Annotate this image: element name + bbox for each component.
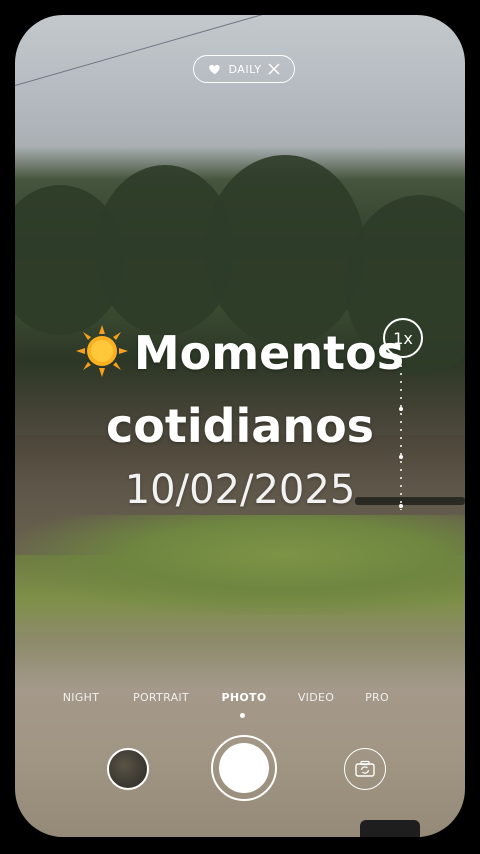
- gallery-thumbnail[interactable]: [107, 748, 149, 790]
- foot: [360, 820, 420, 837]
- zoom-tick: [399, 455, 403, 459]
- badge-label: DAILY: [228, 62, 262, 76]
- title-line-2: cotidianos: [105, 399, 375, 453]
- zoom-label: 1x: [393, 328, 413, 348]
- switch-camera-button[interactable]: [344, 748, 386, 790]
- grass-patch: [15, 515, 465, 615]
- mode-video[interactable]: VIDEO: [298, 691, 334, 704]
- mode-photo[interactable]: PHOTO: [222, 691, 267, 704]
- zoom-slider[interactable]: [400, 365, 402, 510]
- mode-pro[interactable]: PRO: [365, 691, 389, 704]
- mode-night[interactable]: NIGHT: [63, 691, 100, 704]
- power-line: [15, 15, 362, 86]
- shutter-button[interactable]: [211, 735, 277, 801]
- zoom-button[interactable]: 1x: [383, 318, 423, 358]
- camera-modes: NIGHT PORTRAIT PHOTO VIDEO PRO: [15, 691, 465, 711]
- zoom-tick: [399, 504, 403, 508]
- daily-badge[interactable]: DAILY: [193, 55, 295, 83]
- tree-canopy: [205, 155, 365, 345]
- sun-emoji-icon: [75, 325, 128, 377]
- active-mode-indicator: [240, 713, 245, 718]
- heart-icon: [208, 64, 220, 75]
- close-icon[interactable]: [268, 63, 280, 75]
- zoom-tick: [399, 407, 403, 411]
- camera-viewfinder[interactable]: DAILY Momentos cotidianos 10/02/2025 1x: [15, 15, 465, 837]
- shutter-inner: [219, 743, 269, 793]
- date-text: 10/02/2025: [124, 467, 356, 513]
- camera-switch-icon: [355, 760, 375, 777]
- mode-portrait[interactable]: PORTRAIT: [133, 691, 189, 704]
